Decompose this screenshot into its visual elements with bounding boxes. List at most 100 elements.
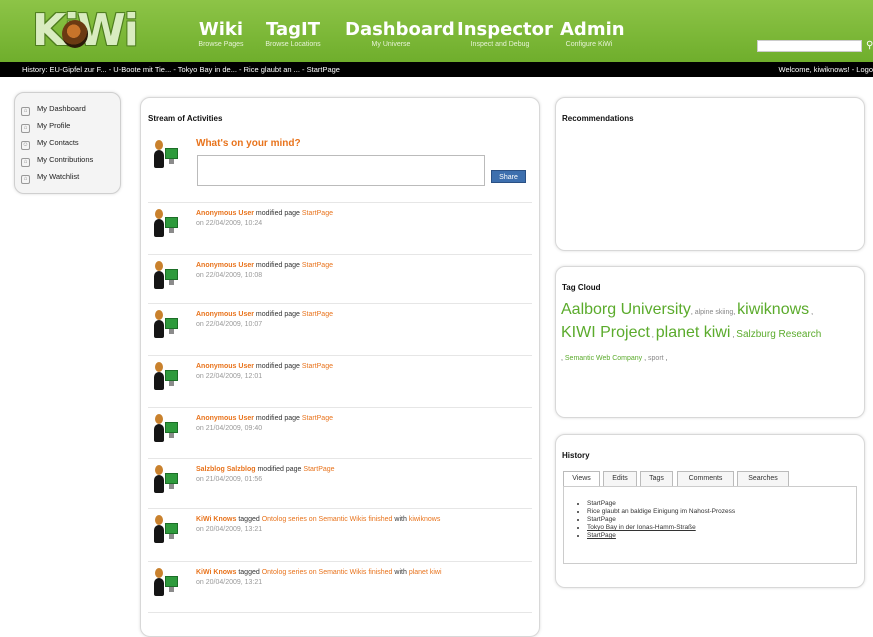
activity-action: modified page [257, 466, 302, 473]
activity-action: modified page [255, 210, 300, 217]
tag-link[interactable]: Semantic Web Company [565, 355, 642, 362]
user-avatar [152, 465, 180, 497]
contacts-icon: ☺ [21, 141, 30, 150]
nav-admin-subtitle: Configure KiWi [565, 41, 613, 48]
activity-target[interactable]: StartPage [302, 415, 333, 422]
nav-inspector[interactable]: Inspector Inspect and Debug [457, 19, 553, 56]
activity-date: on 22/04/2009, 10:24 [196, 220, 263, 227]
nav-dashboard-subtitle: My Universe [371, 41, 411, 48]
activity-item: Anonymous User modified page StartPage o… [148, 303, 532, 355]
activity-user[interactable]: KiWi Knows [196, 516, 236, 523]
nav-inspector-title: Inspector [457, 19, 553, 40]
history-list: StartPage Rice glaubt an baldige Einigun… [587, 500, 735, 540]
welcome-text[interactable]: Welcome, kiwiknows! - Logo [779, 62, 873, 77]
tag-cloud: Aalborg University, alpine skiing, kiwik… [561, 301, 822, 362]
history-title: History [562, 451, 590, 460]
tab-comments[interactable]: Comments [677, 471, 734, 486]
nav-admin[interactable]: Admin Configure KiWi [560, 19, 625, 56]
history-link[interactable]: EU-Gipfel zur F... [50, 65, 107, 74]
activity-target[interactable]: StartPage [302, 262, 333, 269]
activity-user[interactable]: Anonymous User [196, 415, 254, 422]
sidebar: ⌂ My Dashboard ⌂ My Profile ☺ My Contacts ⌂… [14, 92, 121, 194]
tab-edits[interactable]: Edits [603, 471, 637, 486]
activity-user[interactable]: Salzblog Salzblog [196, 466, 256, 473]
history-item[interactable]: Rice glaubt an baldige Einigung im Nahos… [587, 508, 735, 516]
activity-user[interactable]: Anonymous User [196, 262, 254, 269]
history-link[interactable]: Tokyo Bay in de... [178, 65, 237, 74]
tag-link[interactable]: KIWI Project [561, 324, 650, 341]
activity-item: KiWi Knows tagged Ontolog series on Sema… [148, 508, 532, 560]
history-trail: History: EU-Gipfel zur F... - U-Boote mi… [22, 62, 340, 77]
activity-tag[interactable]: kiwiknows [409, 516, 441, 523]
activity-date: on 20/04/2009, 13:21 [196, 526, 263, 533]
nav-tagit[interactable]: TagIT Browse Locations [262, 20, 324, 56]
sidebar-item-label: My Watchlist [37, 172, 80, 181]
history-item[interactable]: StartPage [587, 516, 735, 524]
tag-link[interactable]: sport [648, 355, 664, 362]
activity-action: tagged [238, 516, 260, 523]
user-avatar [152, 261, 180, 293]
activity-item: Anonymous User modified page StartPage o… [148, 407, 532, 459]
sidebar-item-label: My Dashboard [37, 104, 86, 113]
activity-action: modified page [255, 262, 300, 269]
history-label: History: [22, 65, 48, 74]
sidebar-item-watchlist[interactable]: ⌂ My Watchlist [21, 170, 79, 184]
history-separator: - [299, 65, 307, 74]
nav-wiki[interactable]: Wiki Browse Pages [197, 20, 245, 56]
top-header: KiWi Wiki Browse Pages TagIT Browse Loca… [0, 0, 873, 62]
activity-user[interactable]: Anonymous User [196, 210, 254, 217]
share-button[interactable]: Share [491, 170, 526, 183]
nav-admin-title: Admin [560, 19, 625, 40]
tag-link[interactable]: Salzburg Research [736, 329, 821, 340]
kiwi-logo[interactable]: KiWi [32, 6, 139, 56]
kiwi-bird-icon [62, 20, 88, 48]
sidebar-item-contacts[interactable]: ☺ My Contacts [21, 136, 79, 150]
status-input[interactable] [197, 155, 485, 186]
sidebar-item-dashboard[interactable]: ⌂ My Dashboard [21, 102, 86, 116]
history-item[interactable]: Tokyo Bay in der Ionas-Hamm-Straße [587, 524, 735, 532]
activity-target[interactable]: Ontolog series on Semantic Wikis finishe… [262, 516, 393, 523]
home-icon: ⌂ [21, 158, 30, 167]
activity-tag[interactable]: planet kiwi [409, 569, 442, 576]
activity-item-partial [148, 612, 532, 620]
history-link[interactable]: Rice glaubt an ... [244, 65, 300, 74]
activity-date: on 22/04/2009, 10:07 [196, 321, 263, 328]
activity-target[interactable]: StartPage [303, 466, 334, 473]
nav-wiki-title: Wiki [198, 19, 244, 40]
activity-user[interactable]: Anonymous User [196, 363, 254, 370]
tab-views[interactable]: Views [563, 471, 600, 486]
nav-dashboard[interactable]: Dashboard My Universe [345, 19, 455, 56]
history-link[interactable]: U-Boote mit Tie... [113, 65, 171, 74]
nav-dashboard-title: Dashboard [345, 19, 455, 40]
stream-title: Stream of Activities [148, 114, 223, 123]
nav-inspector-subtitle: Inspect and Debug [470, 41, 530, 48]
activity-target[interactable]: StartPage [302, 210, 333, 217]
tab-searches[interactable]: Searches [737, 471, 789, 486]
tag-link[interactable]: kiwiknows [737, 301, 809, 318]
home-icon: ⌂ [21, 107, 30, 116]
activity-item: Anonymous User modified page StartPage o… [148, 355, 532, 407]
activity-action: tagged [238, 569, 260, 576]
history-item[interactable]: StartPage [587, 500, 735, 508]
activity-target[interactable]: Ontolog series on Semantic Wikis finishe… [262, 569, 393, 576]
history-item[interactable]: StartPage [587, 532, 735, 540]
search-icon[interactable]: ⚲ [866, 40, 873, 52]
nav-tagit-title: TagIT [266, 19, 320, 40]
nav-wiki-subtitle: Browse Pages [198, 41, 244, 48]
tag-link[interactable]: Aalborg University [561, 301, 691, 318]
tag-link[interactable]: alpine skiing [695, 309, 734, 316]
sidebar-item-contributions[interactable]: ⌂ My Contributions [21, 153, 93, 167]
search-input[interactable] [757, 40, 862, 52]
activity-item: Anonymous User modified page StartPage o… [148, 254, 532, 306]
activity-user[interactable]: Anonymous User [196, 311, 254, 318]
activity-user[interactable]: KiWi Knows [196, 569, 236, 576]
tag-link[interactable]: planet kiwi [656, 324, 731, 341]
activity-target[interactable]: StartPage [302, 363, 333, 370]
nav-tagit-subtitle: Browse Locations [265, 41, 321, 48]
sidebar-item-profile[interactable]: ⌂ My Profile [21, 119, 70, 133]
history-link[interactable]: StartPage [307, 65, 340, 74]
tab-tags[interactable]: Tags [640, 471, 673, 486]
recommendations-title: Recommendations [562, 114, 634, 123]
activity-target[interactable]: StartPage [302, 311, 333, 318]
activity-item: Anonymous User modified page StartPage o… [148, 202, 532, 254]
